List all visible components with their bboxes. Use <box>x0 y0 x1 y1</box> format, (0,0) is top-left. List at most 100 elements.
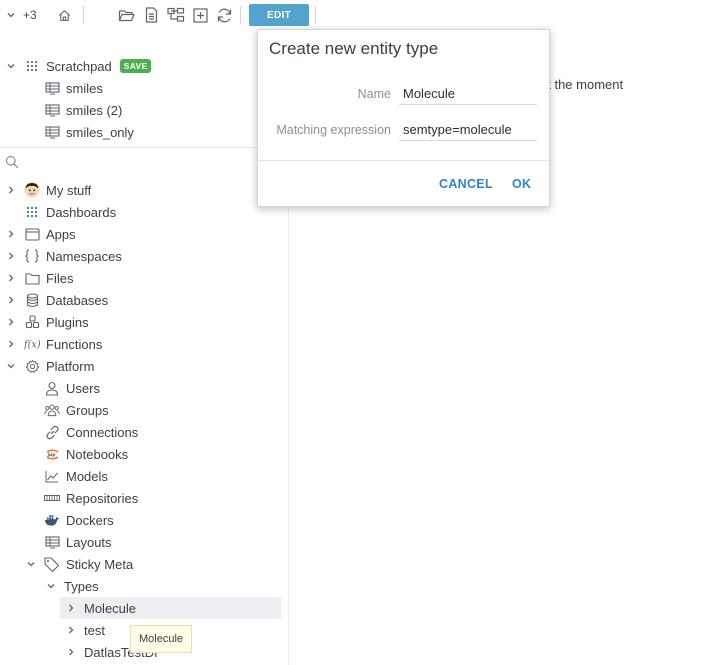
user-icon <box>44 380 60 396</box>
refresh-icon[interactable] <box>214 6 234 24</box>
sidebar-item-sticky-meta[interactable]: Sticky Meta <box>26 553 133 575</box>
sidebar-item-dockers[interactable]: Dockers <box>44 509 114 531</box>
create-entity-type-dialog: Create new entity type Name Matching exp… <box>257 29 550 207</box>
sidebar-item-repositories[interactable]: Repositories <box>44 487 138 509</box>
sidebar-item-apps[interactable]: Apps <box>6 223 76 245</box>
chevron-right-icon[interactable] <box>6 185 16 195</box>
chevron-right-icon[interactable] <box>66 603 76 613</box>
dialog-divider <box>258 160 549 161</box>
chevron-down-icon[interactable] <box>6 361 16 371</box>
sidebar-item-label: Users <box>66 380 100 396</box>
layout-icon <box>44 534 60 550</box>
sidebar-item-files[interactable]: Files <box>6 267 73 289</box>
table-view-icon <box>44 80 60 96</box>
sidebar-item-dashboards[interactable]: Dashboards <box>24 201 116 223</box>
sidebar-item-label: Plugins <box>46 314 89 330</box>
list-item-label: smiles_only <box>66 124 134 140</box>
sidebar-item-label: Scratchpad <box>46 58 112 74</box>
sidebar-item-label: Namespaces <box>46 248 122 264</box>
list-item[interactable]: smiles_only <box>44 121 134 143</box>
chevron-down-icon[interactable] <box>26 559 36 569</box>
search-input[interactable] <box>5 154 19 172</box>
sidebar-item-molecule[interactable]: Molecule <box>60 597 281 619</box>
chevron-down-icon[interactable] <box>46 581 56 591</box>
chevron-right-icon[interactable] <box>6 317 16 327</box>
avatar <box>24 182 40 198</box>
sidebar-item-label: Types <box>64 578 99 594</box>
sidebar-item-test[interactable]: test <box>66 619 105 641</box>
jupyter-icon: jup <box>44 446 60 462</box>
plugins-icon <box>24 314 40 330</box>
matching-expression-label: Matching expression <box>276 123 391 137</box>
list-item-label: smiles <box>66 80 103 96</box>
grid-dots-icon <box>24 204 40 220</box>
sidebar-item-label: Notebooks <box>66 446 129 462</box>
table-view-icon <box>44 124 60 140</box>
document-icon[interactable] <box>143 6 159 24</box>
sidebar-item-connections[interactable]: Connections <box>44 421 138 443</box>
section-divider <box>0 147 288 148</box>
svg-text:jup: jup <box>46 452 56 458</box>
list-item[interactable]: smiles <box>44 77 103 99</box>
sidebar-item-label: Layouts <box>66 534 112 550</box>
chevron-right-icon[interactable] <box>6 273 16 283</box>
edit-button[interactable]: EDIT <box>249 4 309 26</box>
ok-button[interactable]: OK <box>512 177 531 191</box>
sidebar-item-plugins[interactable]: Plugins <box>6 311 89 333</box>
home-icon[interactable] <box>55 6 73 24</box>
cancel-button[interactable]: CANCEL <box>439 177 493 191</box>
tree-icon[interactable] <box>166 6 186 24</box>
sidebar-item-label: Dashboards <box>46 204 117 220</box>
sidebar-item-label: Molecule <box>84 600 137 616</box>
database-icon <box>24 292 40 308</box>
sidebar-item-groups[interactable]: Groups <box>44 399 109 421</box>
folder-icon <box>24 270 40 286</box>
chevron-right-icon[interactable] <box>6 229 16 239</box>
chevron-down-icon[interactable] <box>6 61 16 71</box>
sidebar-item-models[interactable]: Models <box>44 465 108 487</box>
curly-braces-icon <box>24 248 40 264</box>
chevron-right-icon[interactable] <box>6 339 16 349</box>
toolbar-divider <box>83 6 84 24</box>
sidebar-item-functions[interactable]: f(x) Functions <box>6 333 102 355</box>
collapsed-count-badge[interactable]: +3 <box>23 8 37 22</box>
sidebar-item-layouts[interactable]: Layouts <box>44 531 112 553</box>
sidebar-item-scratchpad[interactable]: Scratchpad SAVE <box>6 55 152 77</box>
chevron-right-icon[interactable] <box>66 625 76 635</box>
sidebar-item-notebooks[interactable]: jup Notebooks <box>44 443 128 465</box>
sidebar-item-platform[interactable]: Platform <box>6 355 94 377</box>
svg-text:f(x): f(x) <box>24 340 40 351</box>
name-field[interactable] <box>399 83 537 105</box>
tooltip: Molecule <box>130 625 192 653</box>
toolbar-divider <box>240 6 241 24</box>
sidebar-item-namespaces[interactable]: Namespaces <box>6 245 122 267</box>
sidebar: Scratchpad SAVE smiles smiles (2) smiles… <box>0 30 289 665</box>
save-badge[interactable]: SAVE <box>119 59 152 73</box>
matching-expression-field[interactable] <box>399 119 537 141</box>
sidebar-item-types[interactable]: Types <box>46 575 99 597</box>
sidebar-item-users[interactable]: Users <box>44 377 100 399</box>
sidebar-item-label: Platform <box>46 358 95 374</box>
sidebar-item-databases[interactable]: Databases <box>6 289 108 311</box>
sidebar-item-label: Databases <box>46 292 109 308</box>
open-folder-icon[interactable] <box>117 6 137 24</box>
sidebar-item-my-stuff[interactable]: My stuff <box>6 179 91 201</box>
sidebar-item-label: Repositories <box>66 490 139 506</box>
chevron-right-icon[interactable] <box>6 295 16 305</box>
list-item[interactable]: smiles (2) <box>44 99 122 121</box>
dialog-title: Create new entity type <box>269 39 439 58</box>
sidebar-item-label: Sticky Meta <box>66 556 134 572</box>
gear-icon <box>24 358 40 374</box>
chevron-down-icon[interactable] <box>4 6 18 24</box>
sidebar-item-label: test <box>84 622 105 638</box>
empty-state-text: at the moment <box>540 77 624 92</box>
chevron-right-icon[interactable] <box>66 647 76 657</box>
chevron-right-icon[interactable] <box>6 251 16 261</box>
name-label: Name <box>357 87 391 101</box>
sidebar-item-label: Files <box>46 270 74 286</box>
link-icon <box>44 424 60 440</box>
top-toolbar: +3 EDIT <box>0 0 330 30</box>
group-icon <box>44 402 60 418</box>
add-icon[interactable] <box>191 6 209 24</box>
repository-icon <box>44 490 60 506</box>
